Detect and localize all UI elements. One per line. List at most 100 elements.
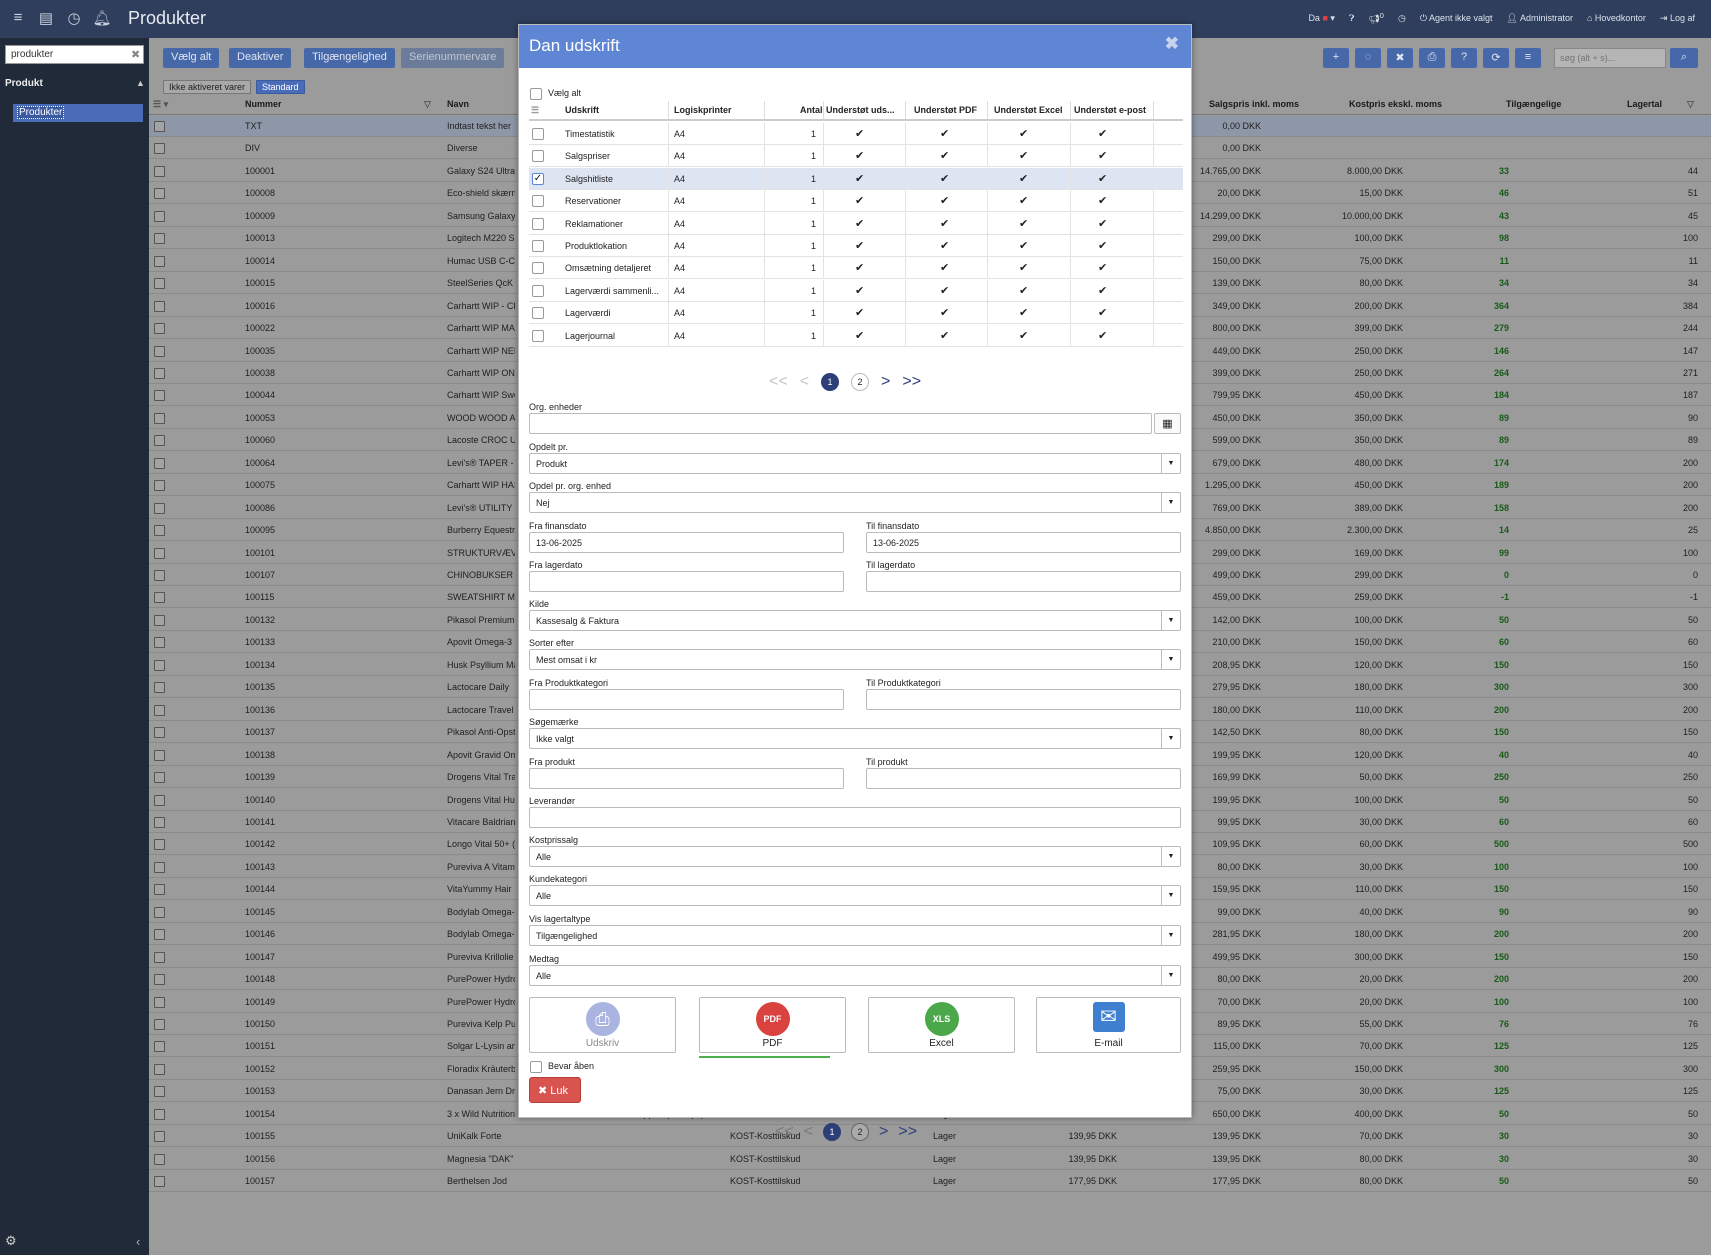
header-name[interactable]: Navn — [447, 99, 469, 109]
row-checkbox[interactable] — [154, 861, 165, 873]
row-checkbox[interactable] — [154, 727, 165, 739]
keep-open-checkbox[interactable] — [530, 1061, 542, 1073]
help-circle-icon[interactable]: ? — [1451, 48, 1477, 68]
filter-standard[interactable]: Standard — [256, 80, 305, 94]
collapse-sidebar-icon[interactable]: ‹ — [136, 1234, 140, 1249]
header-stock[interactable]: Lagertal — [1627, 99, 1662, 109]
customer-category-select[interactable]: Alle ▼ — [529, 885, 1181, 906]
language-selector[interactable]: Da ■ ▾ — [1308, 13, 1335, 24]
row-checkbox[interactable] — [154, 839, 165, 851]
row-checkbox[interactable] — [154, 772, 165, 784]
row-checkbox[interactable] — [154, 367, 165, 379]
sidebar-search-input[interactable] — [5, 45, 144, 64]
row-checkbox[interactable] — [154, 547, 165, 559]
agent-status[interactable]: ⏻ Agent ikke valgt — [1420, 13, 1493, 24]
megaphone-icon[interactable]: 📢︎0 — [1368, 11, 1384, 25]
pager-prev[interactable]: < — [804, 1123, 813, 1141]
from-product-input[interactable] — [529, 768, 844, 789]
row-checkbox[interactable] — [154, 1019, 165, 1030]
hamburger-menu-icon[interactable]: ≡ — [8, 9, 28, 29]
split-by-select[interactable]: Produkt ▼ — [529, 453, 1181, 474]
sidebar-item-produkter[interactable]: Produkter — [13, 104, 143, 122]
report-row-checkbox[interactable] — [532, 128, 544, 140]
office-menu[interactable]: ⌂ Hovedkontor — [1587, 13, 1646, 23]
close-button[interactable]: ✖ Luk — [529, 1077, 581, 1103]
report-row[interactable]: Produktlokation A4 1 ✔ ✔ ✔ ✔ — [529, 235, 1183, 257]
row-checkbox[interactable] — [154, 749, 165, 761]
report-row-checkbox[interactable] — [532, 195, 544, 208]
row-checkbox[interactable] — [154, 682, 165, 694]
pdf-button[interactable]: PDF PDF — [699, 997, 846, 1053]
org-units-input[interactable] — [529, 413, 1152, 434]
cost-price-sale-select[interactable]: Alle ▼ — [529, 846, 1181, 867]
report-row-checkbox[interactable] — [532, 262, 544, 275]
pager-page-1[interactable]: 1 — [823, 1123, 842, 1141]
filter-icon[interactable]: ▽ — [1687, 99, 1694, 110]
row-checkbox[interactable] — [154, 906, 165, 918]
row-checkbox[interactable] — [154, 794, 165, 806]
report-pager-first[interactable]: << — [769, 373, 788, 391]
report-row-checkbox[interactable] — [532, 307, 544, 320]
supplier-input[interactable] — [529, 807, 1181, 828]
row-checkbox[interactable] — [154, 1041, 165, 1053]
row-checkbox[interactable] — [154, 457, 165, 469]
report-row-checkbox[interactable]: ✓ — [532, 172, 544, 185]
row-checkbox[interactable] — [154, 1108, 165, 1120]
report-pager-prev[interactable]: < — [800, 373, 809, 391]
excel-button[interactable]: XLS Excel — [868, 997, 1015, 1053]
split-org-select[interactable]: Nej ▼ — [529, 492, 1181, 513]
row-checkbox[interactable] — [154, 974, 165, 986]
pager-last[interactable]: >> — [898, 1123, 917, 1141]
row-checkbox[interactable] — [154, 165, 165, 177]
row-checkbox[interactable] — [154, 502, 165, 514]
report-row[interactable]: Omsætning detaljeret A4 1 ✔ ✔ ✔ ✔ — [529, 257, 1183, 280]
row-checkbox[interactable] — [154, 345, 165, 357]
table-menu-icon[interactable]: ☰ — [531, 105, 539, 121]
deactivate-button[interactable]: Deaktiver — [229, 48, 292, 68]
table-row[interactable]: 100155 UniKalk Forte KOST-Kosttilskud Lager… — [149, 1126, 1711, 1148]
grid-search-input[interactable] — [1554, 48, 1666, 68]
filter-icon[interactable]: ▽ — [424, 99, 431, 110]
row-checkbox[interactable] — [154, 210, 165, 222]
logout-link[interactable]: ⇥ Log af — [1660, 13, 1695, 24]
report-row-checkbox[interactable] — [532, 217, 544, 230]
report-row-checkbox[interactable] — [532, 284, 544, 297]
report-row[interactable]: ✓ Salgshitliste A4 1 ✔ ✔ ✔ ✔ — [529, 167, 1183, 190]
search-tag-select[interactable]: Ikke valgt ▼ — [529, 728, 1181, 749]
report-row[interactable]: Lagerjournal A4 1 ✔ ✔ ✔ ✔ — [529, 324, 1183, 347]
table-row[interactable]: 100157 Berthelsen Jod KOST-Kosttilskud Lage… — [149, 1171, 1711, 1193]
select-all-button[interactable]: Vælg alt — [163, 48, 220, 68]
help-icon[interactable]: ❓︎ — [1349, 13, 1354, 24]
row-checkbox[interactable] — [154, 480, 165, 492]
row-checkbox[interactable] — [154, 121, 165, 132]
menu-list-icon[interactable]: ≡ — [1515, 48, 1541, 68]
row-checkbox[interactable] — [154, 570, 165, 581]
sync-icon[interactable]: ⟳ — [1483, 48, 1509, 68]
to-product-input[interactable] — [866, 768, 1181, 789]
search-icon[interactable]: ⌕ — [1670, 48, 1698, 68]
to-stock-date-input[interactable] — [866, 571, 1181, 592]
report-pager-last[interactable]: >> — [902, 373, 921, 391]
list-icon[interactable]: ▤ — [36, 9, 56, 29]
row-checkbox[interactable] — [154, 188, 165, 200]
row-checkbox[interactable] — [154, 704, 165, 716]
source-select[interactable]: Kassesalg & Faktura ▼ — [529, 610, 1181, 631]
row-checkbox[interactable] — [154, 435, 165, 447]
print-icon[interactable]: ⎙ — [1419, 48, 1445, 68]
history-icon[interactable]: ◷ — [1398, 13, 1406, 24]
availability-button[interactable]: Tilgængelighed — [304, 48, 395, 68]
header-available[interactable]: Tilgængelige — [1506, 99, 1561, 109]
row-checkbox[interactable] — [154, 300, 165, 312]
row-checkbox[interactable] — [154, 412, 165, 424]
report-row-checkbox[interactable] — [532, 150, 544, 163]
collapse-section-icon[interactable]: ▲ — [136, 78, 145, 88]
refresh-icon[interactable]: ◌ — [1355, 48, 1381, 68]
report-row[interactable]: Timestatistik A4 1 ✔ ✔ ✔ ✔ — [529, 123, 1183, 145]
row-checkbox[interactable] — [154, 659, 165, 671]
row-checkbox[interactable] — [154, 233, 165, 245]
report-row[interactable]: Reservationer A4 1 ✔ ✔ ✔ ✔ — [529, 190, 1183, 213]
pager-next[interactable]: > — [879, 1123, 888, 1141]
close-icon[interactable]: ✖ — [1165, 34, 1179, 54]
report-row[interactable]: Lagerværdi sammenli... A4 1 ✔ ✔ ✔ ✔ — [529, 279, 1183, 302]
row-checkbox[interactable] — [154, 816, 165, 828]
